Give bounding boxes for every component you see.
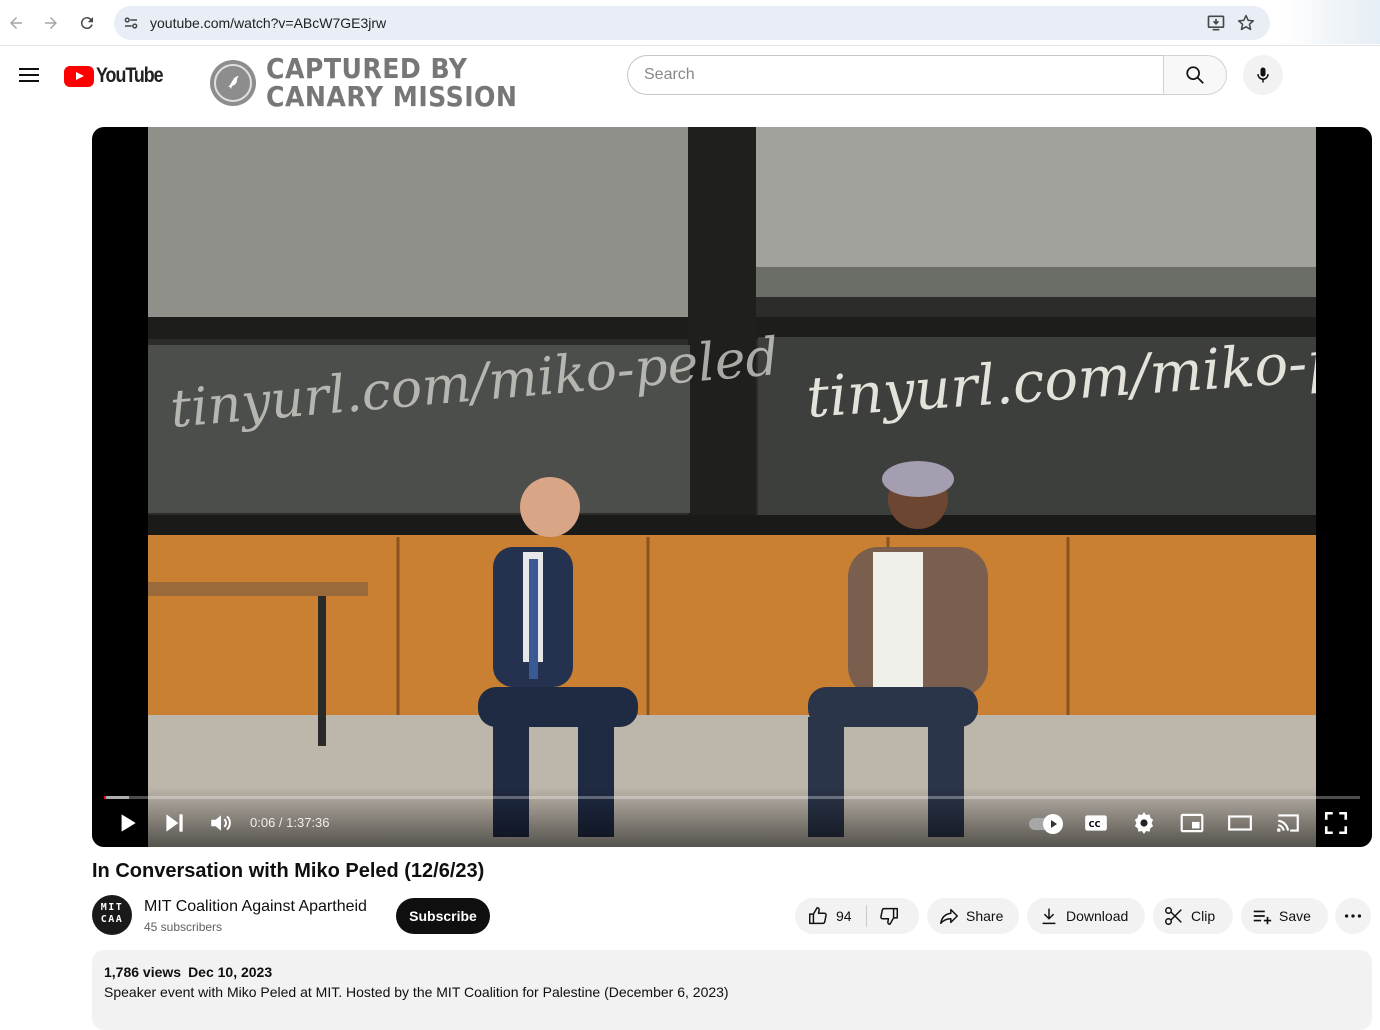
watermark-line-1: CAPTURED BY bbox=[266, 52, 468, 85]
theater-mode-icon bbox=[1228, 815, 1252, 831]
install-app-icon[interactable] bbox=[1206, 13, 1226, 33]
play-button[interactable] bbox=[113, 809, 141, 837]
theater-mode-button[interactable] bbox=[1226, 809, 1254, 837]
like-divider bbox=[866, 905, 867, 927]
progress-played bbox=[104, 796, 106, 799]
avatar-line-1: MIT bbox=[100, 902, 124, 913]
search-button[interactable] bbox=[1163, 55, 1227, 95]
autoplay-toggle[interactable] bbox=[1027, 813, 1063, 834]
video-player[interactable]: tinyurl.com/miko-peled tinyurl.com/miko-… bbox=[92, 127, 1372, 847]
progress-buffered bbox=[104, 796, 130, 799]
description-meta: 1,786 views Dec 10, 2023 bbox=[104, 964, 272, 980]
thumbs-up-icon bbox=[809, 907, 827, 925]
save-label: Save bbox=[1279, 908, 1311, 924]
more-actions-button[interactable] bbox=[1335, 898, 1371, 934]
view-count: 1,786 views bbox=[104, 964, 182, 980]
miniplayer-button[interactable] bbox=[1178, 809, 1206, 837]
share-button[interactable]: Share bbox=[927, 898, 1019, 934]
fullscreen-icon bbox=[1324, 811, 1348, 835]
browser-toolbar: youtube.com/watch?v=ABcW7GE3jrw bbox=[0, 0, 1380, 46]
play-icon bbox=[121, 814, 136, 832]
fullscreen-button[interactable] bbox=[1322, 809, 1350, 837]
settings-button[interactable] bbox=[1130, 809, 1158, 837]
progress-bar[interactable] bbox=[104, 796, 1360, 799]
video-frame[interactable]: tinyurl.com/miko-peled tinyurl.com/miko-… bbox=[148, 127, 1316, 847]
search-input[interactable] bbox=[628, 56, 1164, 94]
next-icon bbox=[166, 814, 183, 832]
clip-label: Clip bbox=[1191, 908, 1216, 924]
url-text[interactable]: youtube.com/watch?v=ABcW7GE3jrw bbox=[150, 15, 386, 31]
mute-button[interactable] bbox=[207, 809, 235, 837]
scissors-icon bbox=[1165, 907, 1182, 925]
browser-profile-area bbox=[1284, 0, 1380, 44]
reload-icon[interactable] bbox=[75, 11, 99, 35]
gear-icon bbox=[1134, 812, 1154, 834]
volume-icon bbox=[211, 815, 231, 831]
playlist-add-icon bbox=[1253, 910, 1272, 925]
more-horizontal-icon bbox=[1344, 914, 1362, 918]
site-info-icon[interactable] bbox=[122, 14, 140, 32]
description-text: Speaker event with Miko Peled at MIT. Ho… bbox=[104, 984, 729, 1000]
autoplay-play-icon bbox=[1043, 814, 1063, 834]
watermark-line-2: CANARY MISSION bbox=[266, 80, 518, 113]
search-box[interactable] bbox=[627, 55, 1164, 95]
lecture-scene: tinyurl.com/miko-peled tinyurl.com/miko-… bbox=[148, 127, 1316, 847]
address-bar[interactable]: youtube.com/watch?v=ABcW7GE3jrw bbox=[114, 6, 1270, 40]
like-button[interactable]: 94 bbox=[795, 898, 852, 934]
cast-icon bbox=[1277, 814, 1299, 832]
menu-icon[interactable] bbox=[17, 64, 41, 88]
video-title: In Conversation with Miko Peled (12/6/23… bbox=[92, 860, 485, 882]
channel-name[interactable]: MIT Coalition Against Apartheid bbox=[144, 898, 367, 916]
channel-avatar[interactable]: MIT CAA bbox=[92, 895, 132, 935]
next-button[interactable] bbox=[160, 809, 188, 837]
share-arrow-icon bbox=[940, 908, 958, 925]
miniplayer-icon bbox=[1180, 813, 1204, 833]
youtube-play-icon bbox=[64, 65, 94, 87]
masthead: YouTube CAPTURED BY CANARY MISSION bbox=[0, 47, 1380, 117]
back-icon[interactable] bbox=[4, 11, 28, 35]
subscriber-count: 45 subscribers bbox=[144, 920, 223, 934]
subtitles-button[interactable]: CC bbox=[1082, 809, 1110, 837]
canary-mission-watermark: CAPTURED BY CANARY MISSION bbox=[210, 55, 545, 111]
clip-button[interactable]: Clip bbox=[1153, 898, 1233, 934]
search-icon bbox=[1186, 66, 1204, 84]
youtube-logo-text: YouTube bbox=[96, 64, 164, 87]
time-display: 0:06 / 1:37:36 bbox=[250, 815, 330, 830]
svg-text:CC: CC bbox=[1089, 819, 1101, 829]
voice-search-button[interactable] bbox=[1243, 55, 1283, 95]
forward-icon[interactable] bbox=[39, 11, 63, 35]
thumbs-down-icon bbox=[880, 907, 898, 925]
cast-button[interactable] bbox=[1274, 809, 1302, 837]
avatar-line-2: CAA bbox=[100, 914, 124, 925]
download-button[interactable]: Download bbox=[1027, 898, 1145, 934]
youtube-logo[interactable]: YouTube bbox=[64, 64, 174, 88]
download-icon bbox=[1042, 908, 1056, 925]
bookmark-star-icon[interactable] bbox=[1236, 13, 1256, 33]
captions-icon: CC bbox=[1085, 815, 1107, 831]
like-count: 94 bbox=[836, 908, 852, 924]
like-dislike-group: 94 bbox=[795, 898, 919, 934]
canary-bird-icon bbox=[210, 60, 256, 106]
dislike-button[interactable] bbox=[878, 905, 900, 930]
save-button[interactable]: Save bbox=[1241, 898, 1328, 934]
description-box[interactable]: 1,786 views Dec 10, 2023 Speaker event wi… bbox=[92, 950, 1372, 1030]
download-label: Download bbox=[1066, 908, 1129, 924]
subscribe-button[interactable]: Subscribe bbox=[396, 898, 490, 934]
upload-date: Dec 10, 2023 bbox=[188, 964, 273, 980]
share-label: Share bbox=[966, 908, 1004, 924]
microphone-icon bbox=[1257, 67, 1269, 83]
